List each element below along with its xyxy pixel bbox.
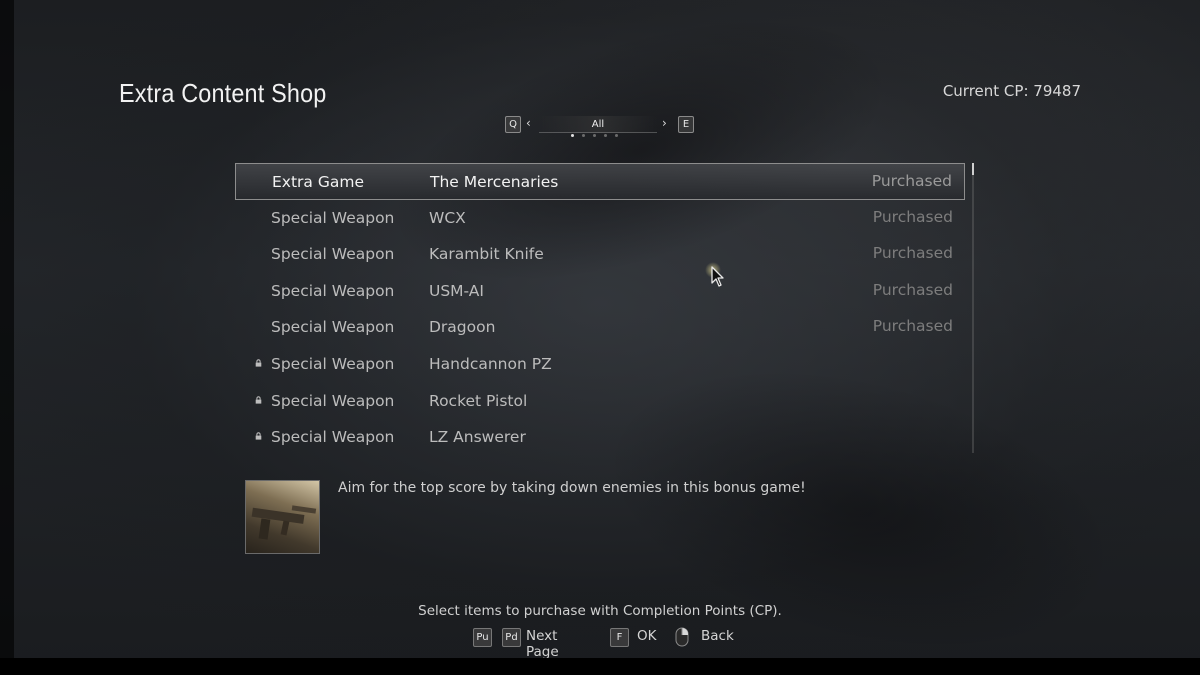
item-status: Purchased xyxy=(872,244,953,263)
shop-item-row[interactable]: Special Weapon USM-AI Purchased xyxy=(235,273,965,310)
item-name: LZ Answerer xyxy=(429,428,526,447)
page-dot xyxy=(615,134,618,137)
prev-category-key[interactable]: Q xyxy=(505,116,521,133)
page-dot xyxy=(593,134,596,137)
lock-icon xyxy=(255,432,262,440)
item-name: Dragoon xyxy=(429,318,496,337)
item-name: WCX xyxy=(429,208,466,227)
chevron-left-icon[interactable]: ‹ xyxy=(526,116,531,130)
item-category: Special Weapon xyxy=(271,318,395,337)
pagedown-key[interactable]: Pd xyxy=(502,628,521,647)
chevron-right-icon[interactable]: › xyxy=(662,116,667,130)
ok-key[interactable]: F xyxy=(610,628,629,647)
shop-item-row[interactable]: Special Weapon WCX Purchased xyxy=(235,200,965,237)
screen-edge xyxy=(0,658,1200,675)
gun-image-icon xyxy=(251,505,317,540)
item-category: Special Weapon xyxy=(271,208,395,227)
item-name: Handcannon PZ xyxy=(429,354,552,373)
page-title: Extra Content Shop xyxy=(119,78,327,108)
footer-hint: Select items to purchase with Completion… xyxy=(418,603,782,619)
item-status: Purchased xyxy=(872,207,953,226)
item-name: USM-AI xyxy=(429,281,484,300)
shop-item-row[interactable]: Special Weapon Karambit Knife Purchased xyxy=(235,236,965,273)
shop-item-row[interactable]: Special Weapon Dragoon Purchased xyxy=(235,309,965,346)
item-status: Purchased xyxy=(872,280,953,299)
item-name: The Mercenaries xyxy=(430,173,559,191)
shop-item-row[interactable]: Special Weapon Rocket Pistol xyxy=(235,383,965,420)
shop-item-row[interactable]: Extra Game The Mercenaries Purchased xyxy=(235,163,965,200)
item-name: Rocket Pistol xyxy=(429,391,528,410)
item-description: Aim for the top score by taking down ene… xyxy=(338,480,806,496)
scrollbar-thumb[interactable] xyxy=(972,163,974,175)
lock-icon xyxy=(255,359,262,367)
item-category: Extra Game xyxy=(272,173,364,191)
category-label: All xyxy=(591,119,605,130)
pageup-key[interactable]: Pu xyxy=(473,628,492,647)
category-page-dots xyxy=(571,134,618,137)
game-screen: Extra Content Shop Current CP: 79487 Q ‹… xyxy=(0,0,1200,675)
mouse-cursor-icon xyxy=(711,266,724,287)
next-page-label[interactable]: Next Page xyxy=(526,628,559,660)
shop-item-row[interactable]: Special Weapon Handcannon PZ xyxy=(235,346,965,383)
item-category: Special Weapon xyxy=(271,391,395,410)
item-category: Special Weapon xyxy=(271,281,395,300)
screen-edge xyxy=(0,0,14,675)
scrollbar[interactable] xyxy=(972,163,974,453)
category-box[interactable]: All xyxy=(539,116,657,133)
category-selector[interactable]: Q ‹ All › E xyxy=(505,114,695,144)
page-dot xyxy=(604,134,607,137)
item-category: Special Weapon xyxy=(271,354,395,373)
item-thumbnail xyxy=(245,480,320,554)
next-category-key[interactable]: E xyxy=(678,116,694,133)
item-category: Special Weapon xyxy=(271,428,395,447)
page-dot xyxy=(582,134,585,137)
shop-item-row[interactable]: Special Weapon LZ Answerer xyxy=(235,419,965,456)
lock-icon xyxy=(255,395,262,404)
item-name: Karambit Knife xyxy=(429,245,544,264)
item-status: Purchased xyxy=(871,172,952,190)
item-status: Purchased xyxy=(872,317,953,336)
mouse-icon xyxy=(675,627,689,647)
ok-label[interactable]: OK xyxy=(637,628,656,644)
item-category: Special Weapon xyxy=(271,245,395,264)
back-label[interactable]: Back xyxy=(701,628,734,644)
item-list: Extra Game The Mercenaries Purchased Specia… xyxy=(235,163,965,456)
current-cp: Current CP: 79487 xyxy=(942,82,1081,100)
page-dot xyxy=(571,134,574,137)
